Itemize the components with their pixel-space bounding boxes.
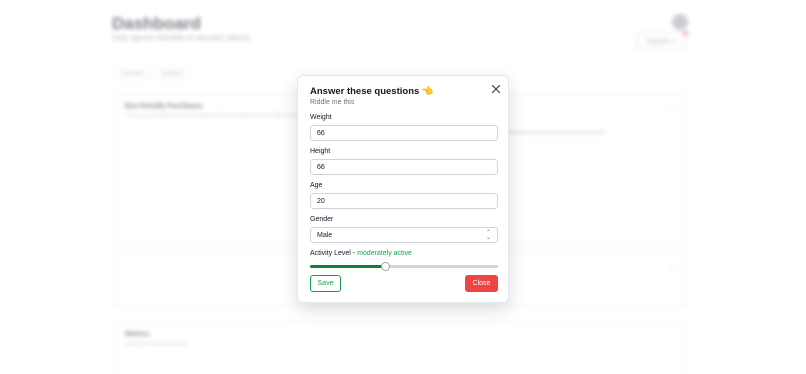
chevron-icon[interactable]: › (671, 263, 673, 270)
card-subtitle: Turn your purchases to some good of the … (125, 113, 321, 119)
gender-select[interactable]: Male ⌃ ⌄ (310, 227, 498, 243)
height-label: Height (310, 148, 331, 155)
activity-level-value: moderately active (357, 250, 412, 257)
card-text-line (505, 131, 605, 134)
tab-overview[interactable]: Overview (114, 67, 151, 80)
age-label: Age (310, 182, 323, 189)
modal-subtitle: Riddle me this (310, 99, 355, 106)
height-input[interactable]: 66 (310, 159, 498, 175)
pointing-hand-icon: 👈 (421, 86, 434, 97)
chevron-up-down-icon: ⌃ ⌄ (485, 230, 491, 241)
card-subtitle: View your activity metrics (125, 341, 187, 347)
slider-fill (310, 265, 386, 268)
avatar[interactable] (672, 14, 688, 30)
card-title: Metrics (125, 331, 150, 338)
questions-modal: Answer these questions 👈 Riddle me this … (297, 75, 509, 303)
page-subtitle: Daily, tigerate delicable on attended, t… (112, 35, 250, 42)
activity-slider[interactable] (310, 262, 498, 271)
activity-level-label: Activity Level - moderately active (310, 250, 412, 257)
gender-label: Gender (310, 216, 334, 223)
card-title: Eco-friendly Purchases (125, 103, 203, 110)
chevron-icon[interactable]: › (671, 105, 673, 112)
page-title: Dashboard (112, 14, 201, 33)
upgrade-button[interactable]: Upgrade ✦ (636, 33, 686, 49)
activity-label-text: Activity Level - (310, 250, 358, 257)
age-input[interactable]: 20 (310, 193, 498, 209)
save-button[interactable]: Save (310, 275, 341, 292)
metrics-card: Metrics View your activity metrics (114, 322, 686, 374)
tab-bar: Overview Analytics (114, 67, 191, 80)
gender-select-value: Male (317, 231, 333, 239)
tab-analytics[interactable]: Analytics (154, 67, 191, 80)
weight-input[interactable]: 66 (310, 125, 498, 141)
modal-title: Answer these questions 👈 (310, 86, 434, 97)
close-icon[interactable] (490, 83, 502, 95)
slider-thumb[interactable] (380, 262, 390, 271)
modal-title-text: Answer these questions (310, 86, 420, 97)
weight-label: Weight (310, 114, 332, 121)
close-button[interactable]: Close (465, 275, 498, 292)
